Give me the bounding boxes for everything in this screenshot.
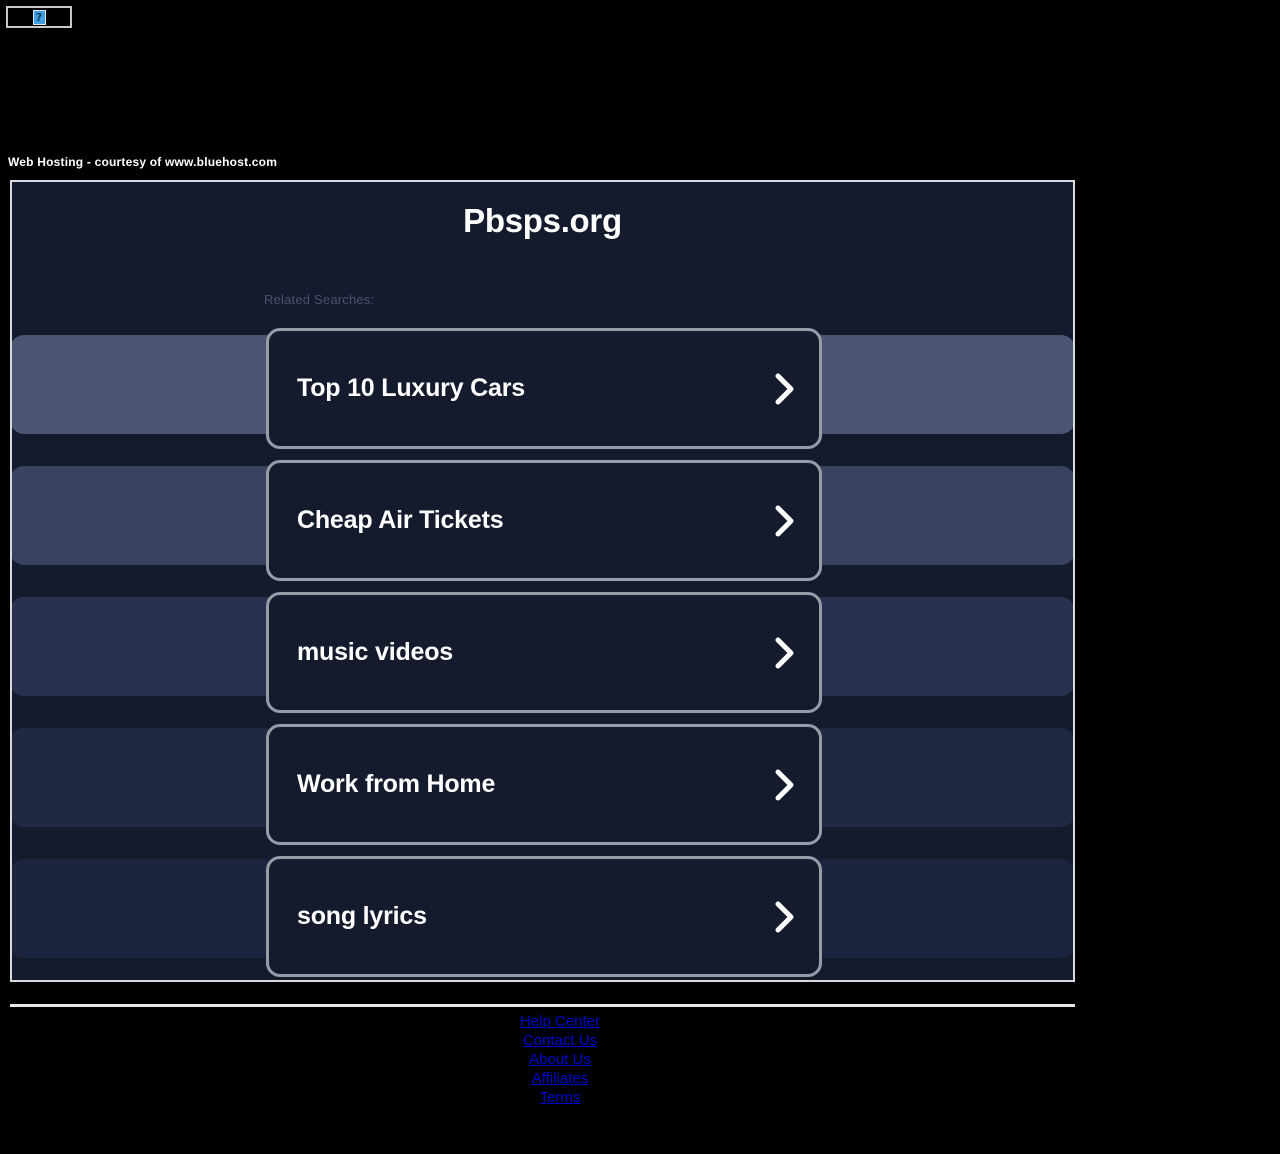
chevron-right-icon bbox=[771, 504, 797, 538]
main-panel: Pbsps.org Related Searches: Top 10 Luxur… bbox=[10, 180, 1075, 982]
broken-image-placeholder: ? bbox=[6, 6, 72, 28]
footer-link-help-center[interactable]: Help Center bbox=[10, 1012, 1110, 1031]
footer-link-about-us[interactable]: About Us bbox=[10, 1050, 1110, 1069]
chevron-right-icon bbox=[771, 768, 797, 802]
related-search-card[interactable]: Cheap Air Tickets bbox=[266, 460, 822, 581]
related-search-card[interactable]: Top 10 Luxury Cars bbox=[266, 328, 822, 449]
web-hosting-notice: Web Hosting - courtesy of www.bluehost.c… bbox=[8, 155, 278, 169]
page-title: Pbsps.org bbox=[463, 202, 622, 239]
footer-divider bbox=[10, 1004, 1075, 1007]
footer-link-contact-us[interactable]: Contact Us bbox=[10, 1031, 1110, 1050]
related-search-label: Work from Home bbox=[297, 770, 496, 798]
footer-link-affiliates[interactable]: Affiliates bbox=[10, 1069, 1110, 1088]
related-search-label: song lyrics bbox=[297, 902, 427, 930]
footer-link-terms[interactable]: Terms bbox=[10, 1088, 1110, 1107]
chevron-right-icon bbox=[771, 372, 797, 406]
related-searches-label: Related Searches: bbox=[264, 292, 375, 307]
chevron-right-icon bbox=[771, 900, 797, 934]
related-search-label: Top 10 Luxury Cars bbox=[297, 374, 525, 402]
related-searches-list: Top 10 Luxury Cars Cheap Air Tickets mus… bbox=[266, 328, 822, 980]
related-search-card[interactable]: song lyrics bbox=[266, 856, 822, 977]
related-search-label: music videos bbox=[297, 638, 453, 666]
related-search-card[interactable]: Work from Home bbox=[266, 724, 822, 845]
broken-image-icon: ? bbox=[32, 9, 46, 25]
chevron-right-icon bbox=[771, 636, 797, 670]
footer-links: Help Center Contact Us About Us Affiliat… bbox=[10, 1012, 1110, 1107]
related-search-card[interactable]: music videos bbox=[266, 592, 822, 713]
related-search-label: Cheap Air Tickets bbox=[297, 506, 504, 534]
